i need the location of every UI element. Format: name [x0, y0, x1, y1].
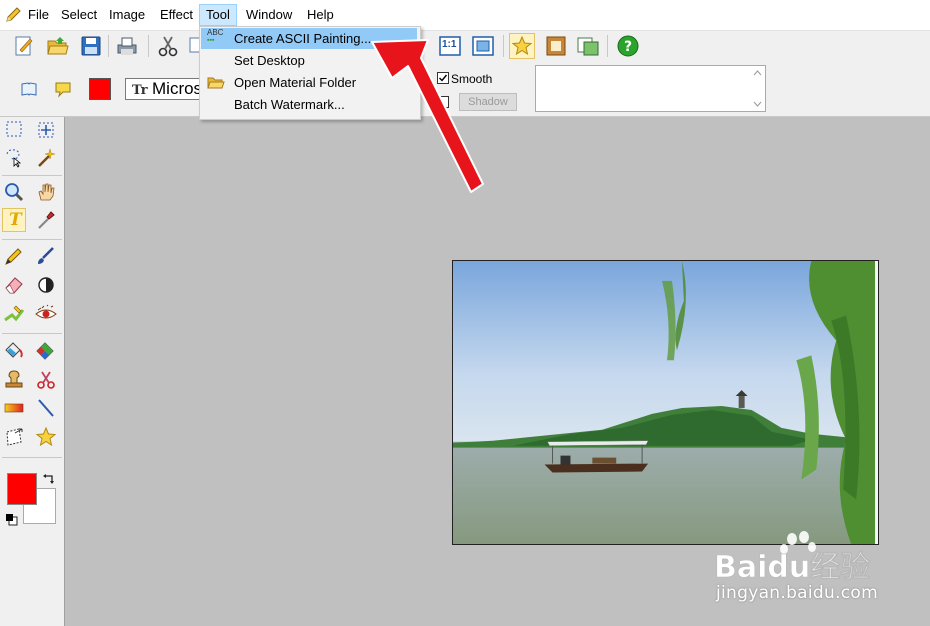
font-name-value: Micros: [152, 79, 203, 98]
red-eye-icon[interactable]: [34, 302, 58, 326]
text-area-scrollbar[interactable]: [750, 66, 765, 111]
menu-item-label: Set Desktop: [234, 53, 305, 68]
baidu-brand-text: Baidu经验: [714, 550, 870, 585]
menu-item-open-material-folder[interactable]: Open Material Folder: [201, 72, 417, 93]
smooth-label: Smooth: [451, 72, 493, 86]
menu-tool[interactable]: Tool: [199, 4, 237, 26]
star-icon: [511, 35, 533, 56]
menu-item-label: Open Material Folder: [234, 75, 357, 90]
swap-colors-icon[interactable]: [42, 473, 56, 486]
clone-stamp-icon[interactable]: [2, 367, 26, 391]
move-icon[interactable]: [34, 118, 58, 142]
menu-item-batch-watermark[interactable]: Batch Watermark...: [201, 94, 417, 115]
favorites-button[interactable]: [509, 33, 535, 59]
shadow-button[interactable]: Shadow: [459, 93, 517, 111]
menu-item-label: Create ASCII Painting...: [234, 31, 372, 46]
contrast-icon[interactable]: [34, 273, 58, 297]
menu-bar: File Select Image Effect Tool Window Hel…: [0, 0, 930, 30]
new-file-icon[interactable]: [12, 34, 36, 58]
cut-icon[interactable]: [156, 34, 180, 58]
deform-icon[interactable]: [2, 425, 26, 449]
zoom-icon[interactable]: [2, 180, 26, 204]
checkmark-icon: [439, 74, 448, 82]
eraser-icon[interactable]: [2, 273, 26, 297]
folder-icon: [207, 77, 225, 89]
menu-effect[interactable]: Effect: [154, 5, 199, 25]
menu-item-set-desktop[interactable]: Set Desktop: [201, 50, 417, 71]
menu-window[interactable]: Window: [240, 5, 298, 25]
shadow-checkbox[interactable]: [437, 96, 449, 108]
menu-help[interactable]: Help: [301, 5, 340, 25]
app-pencil-icon: [6, 7, 21, 22]
main-toolbar: 1:1 ?: [0, 30, 930, 62]
image-gallery-icon[interactable]: [576, 34, 600, 58]
text-tool-button[interactable]: T: [2, 208, 26, 232]
save-icon[interactable]: [79, 34, 103, 58]
line-icon[interactable]: [34, 396, 58, 420]
help-icon[interactable]: ?: [616, 34, 640, 58]
tool-panel: T: [0, 117, 65, 626]
menu-item-create-ascii-painting[interactable]: ABC ▪▪▪ Create ASCII Painting...: [201, 28, 417, 49]
watermark-url: jingyan.baidu.com: [716, 583, 878, 603]
speech-bubble-icon[interactable]: [54, 80, 72, 98]
shape-star-icon[interactable]: [34, 425, 58, 449]
menu-select[interactable]: Select: [55, 5, 103, 25]
magic-wand-icon[interactable]: [34, 146, 58, 170]
tool-menu-dropdown: ABC ▪▪▪ Create ASCII Painting... Set Des…: [199, 26, 421, 120]
rect-select-icon[interactable]: [2, 118, 26, 142]
truetype-font-icon: Tr: [132, 83, 148, 98]
pencil-icon[interactable]: [2, 244, 26, 268]
reset-colors-icon[interactable]: [5, 513, 18, 526]
book-icon[interactable]: [20, 80, 38, 98]
text-input-area[interactable]: [535, 65, 766, 112]
eyedropper-icon[interactable]: [34, 208, 58, 232]
ascii-abc-icon: ABC ▪▪▪: [207, 28, 224, 44]
hand-pan-icon[interactable]: [34, 180, 58, 204]
text-property-bar: Tr Micros Smooth Shadow: [0, 61, 930, 117]
frame-icon[interactable]: [544, 34, 568, 58]
gradient-icon[interactable]: [2, 396, 26, 420]
fill-bucket-icon[interactable]: [2, 338, 26, 362]
zoom-actual-size-button[interactable]: 1:1: [438, 34, 462, 58]
menu-file[interactable]: File: [22, 5, 55, 25]
smudge-icon[interactable]: [2, 302, 26, 326]
svg-text:?: ?: [624, 39, 632, 55]
text-color-swatch[interactable]: [89, 78, 111, 100]
paintbrush-icon[interactable]: [34, 244, 58, 268]
smooth-checkbox[interactable]: [437, 72, 449, 84]
print-icon[interactable]: [115, 34, 139, 58]
menu-item-label: Batch Watermark...: [234, 97, 345, 112]
lake-photo[interactable]: [452, 260, 879, 545]
color-replace-icon[interactable]: [34, 338, 58, 362]
foreground-color-swatch[interactable]: [7, 473, 37, 505]
open-folder-icon[interactable]: [46, 34, 70, 58]
menu-image[interactable]: Image: [103, 5, 151, 25]
lasso-icon[interactable]: [2, 146, 26, 170]
text-tool-icon: T: [9, 210, 22, 230]
zoom-actual-size-label: 1:1: [442, 39, 457, 50]
heal-scissors-icon[interactable]: [34, 367, 58, 391]
fit-window-icon[interactable]: [471, 34, 495, 58]
